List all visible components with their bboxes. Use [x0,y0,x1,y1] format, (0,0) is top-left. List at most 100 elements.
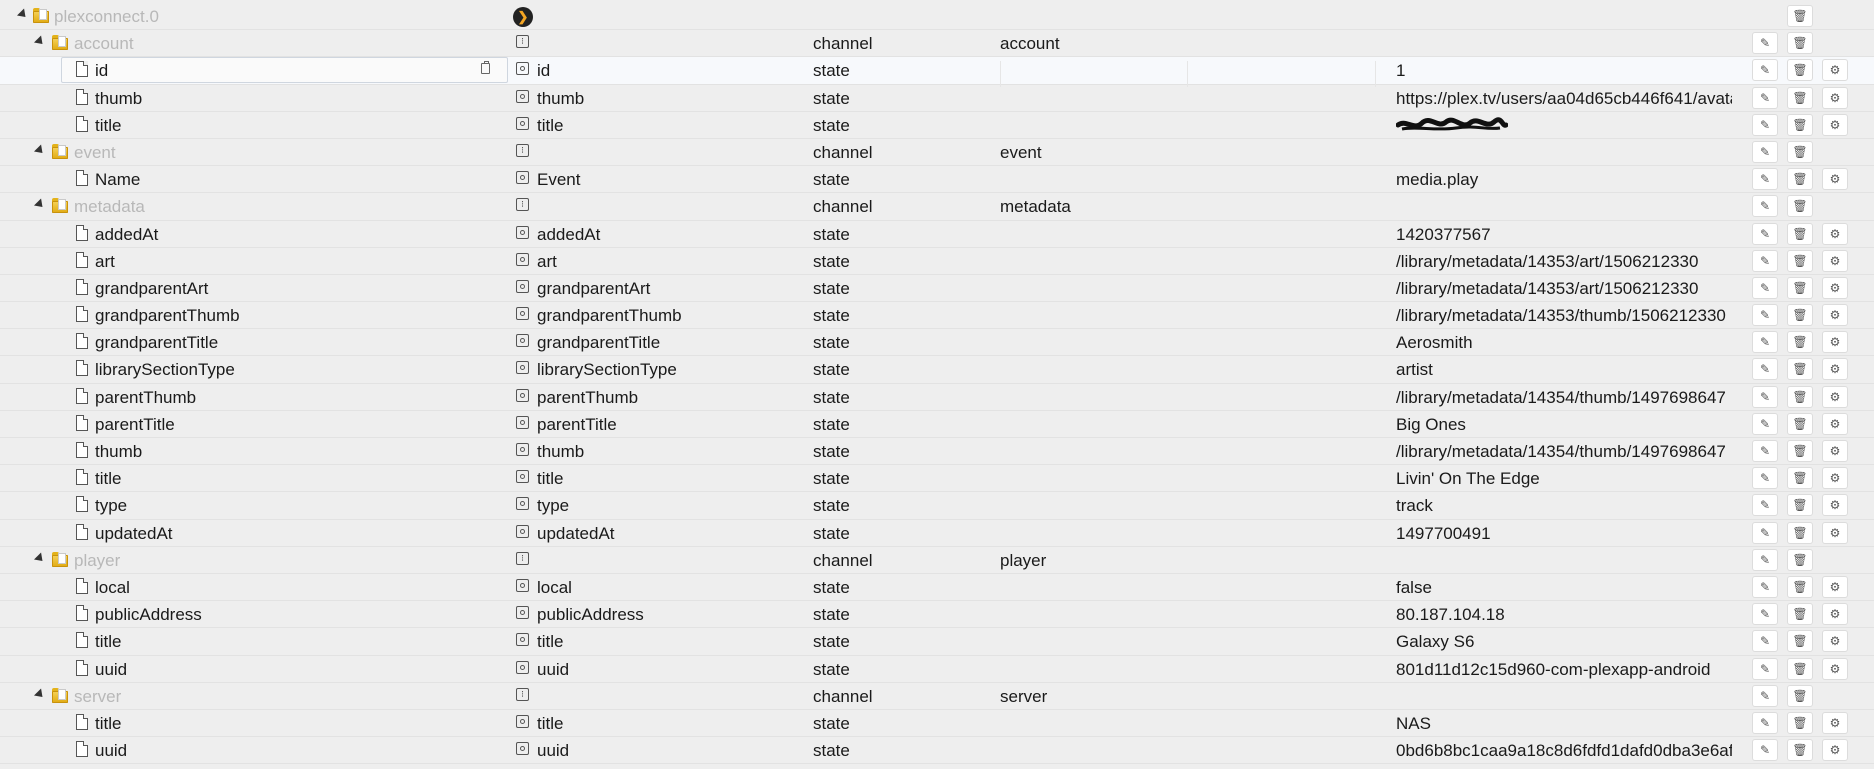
table-row[interactable]: thumb thumb state https://plex.tv/users/aa0… [0,85,1874,112]
table-row[interactable]: id id state 1 ✎ 🗑 ⚙ [0,57,1874,85]
edit-button[interactable]: ✎ [1752,657,1778,680]
table-row[interactable]: parentTitle parentTitle state Big Ones ✎ 🗑 ⚙ [0,411,1874,438]
table-row[interactable]: type type state track ✎ 🗑 ⚙ [0,492,1874,520]
table-row[interactable]: title title state NAS ✎ 🗑 ⚙ [0,710,1874,738]
table-row[interactable]: publicAddress publicAddress state 80.187.10… [0,601,1874,629]
channel-row[interactable]: account ⁝ channel account ✎ 🗑 [0,30,1874,58]
delete-button[interactable]: 🗑 [1787,140,1813,163]
delete-button[interactable]: 🗑 [1787,575,1813,598]
delete-button[interactable]: 🗑 [1787,358,1813,381]
delete-button[interactable]: 🗑 [1787,548,1813,571]
gear-button[interactable]: ⚙ [1822,276,1848,299]
delete-button[interactable]: 🗑 [1787,32,1813,55]
channel-row[interactable]: player ⁝ channel player ✎ 🗑 [0,547,1874,574]
delete-button[interactable]: 🗑 [1787,467,1813,490]
gear-button[interactable]: ⚙ [1822,222,1848,245]
edit-button[interactable]: ✎ [1752,440,1778,462]
chevron-right-circle-icon[interactable]: ❯ [513,7,533,27]
edit-button[interactable]: ✎ [1752,113,1778,136]
gear-button[interactable]: ⚙ [1822,304,1848,327]
gear-button[interactable]: ⚙ [1822,331,1848,354]
delete-button[interactable]: 🗑 [1787,59,1813,82]
edit-button[interactable]: ✎ [1752,412,1778,435]
delete-button[interactable]: 🗑 [1787,657,1813,680]
gear-button[interactable]: ⚙ [1822,711,1848,734]
edit-button[interactable]: ✎ [1752,494,1778,517]
edit-button[interactable]: ✎ [1752,140,1778,163]
edit-button[interactable]: ✎ [1752,575,1778,598]
edit-button[interactable]: ✎ [1752,304,1778,327]
gear-button[interactable]: ⚙ [1822,59,1848,82]
delete-button[interactable]: 🗑 [1787,494,1813,517]
gear-button[interactable]: ⚙ [1822,113,1848,136]
channel-row[interactable]: metadata ⁝ channel metadata ✎ 🗑 [0,193,1874,221]
table-row[interactable]: title title state Galaxy S6 ✎ 🗑 ⚙ [0,628,1874,656]
edit-button[interactable]: ✎ [1752,222,1778,245]
table-row[interactable]: grandparentArt grandparentArt state/librar… [0,275,1874,303]
edit-button[interactable]: ✎ [1752,249,1778,272]
delete-button[interactable]: 🗑 [1787,603,1813,626]
expand-icon[interactable] [33,688,47,701]
table-row[interactable]: grandparentTitle grandparentTitle state Aer… [0,329,1874,357]
table-row[interactable]: title title state Livin' On The Edge ✎ 🗑 ⚙ [0,465,1874,493]
edit-button[interactable]: ✎ [1752,548,1778,571]
delete-button[interactable]: 🗑 [1787,86,1813,109]
edit-button[interactable]: ✎ [1752,385,1778,408]
edit-button[interactable]: ✎ [1752,86,1778,109]
table-row[interactable]: addedAt addedAt state 1420377567 ✎ 🗑 ⚙ [0,221,1874,248]
edit-button[interactable]: ✎ [1752,331,1778,354]
edit-button[interactable]: ✎ [1752,603,1778,626]
table-row[interactable]: Name Event state media.play ✎ 🗑 ⚙ [0,166,1874,194]
gear-button[interactable]: ⚙ [1822,385,1848,408]
expand-icon[interactable] [16,8,30,21]
delete-button[interactable]: 🗑 [1787,168,1813,191]
gear-button[interactable]: ⚙ [1822,575,1848,598]
clipboard-icon[interactable] [481,61,490,75]
edit-button[interactable]: ✎ [1752,711,1778,734]
gear-button[interactable]: ⚙ [1822,358,1848,381]
delete-button[interactable]: 🗑 [1787,440,1813,462]
edit-button[interactable]: ✎ [1752,630,1778,653]
table-row[interactable]: updatedAt updatedAt state 1497700491 ✎ 🗑 ⚙ [0,520,1874,547]
gear-button[interactable]: ⚙ [1822,494,1848,517]
delete-button[interactable]: 🗑 [1787,711,1813,734]
gear-button[interactable]: ⚙ [1822,168,1848,191]
tree-root-row[interactable]: plexconnect.0 ❯ 🗑 [0,3,1874,31]
table-row[interactable]: local local state false ✎ 🗑 ⚙ [0,574,1874,602]
edit-button[interactable]: ✎ [1752,684,1778,707]
delete-button[interactable]: 🗑 [1787,385,1813,408]
edit-button[interactable]: ✎ [1752,521,1778,544]
gear-button[interactable]: ⚙ [1822,630,1848,653]
edit-button[interactable]: ✎ [1752,276,1778,299]
gear-button[interactable]: ⚙ [1822,467,1848,490]
delete-button[interactable]: 🗑 [1787,630,1813,653]
edit-button[interactable]: ✎ [1752,168,1778,191]
expand-icon[interactable] [33,144,47,157]
delete-button[interactable]: 🗑 [1787,113,1813,136]
delete-button[interactable]: 🗑 [1787,195,1813,218]
expand-icon[interactable] [33,35,47,48]
delete-button[interactable]: 🗑 [1787,5,1813,27]
table-row[interactable]: uuid uuid state 0bd6b8bc1caa9a18c8d6fdfd1da… [0,737,1874,765]
expand-icon[interactable] [33,198,47,211]
table-row[interactable]: parentThumb parentThumb state/library/meta… [0,384,1874,411]
delete-button[interactable]: 🗑 [1787,412,1813,435]
table-row[interactable]: thumb thumb state/library/metadata/14354/t… [0,438,1874,466]
channel-row[interactable]: event ⁝ channel event ✎ 🗑 [0,139,1874,167]
table-row[interactable]: uuid uuid state 801d11d12c15d960-com-plexap… [0,656,1874,683]
delete-button[interactable]: 🗑 [1787,249,1813,272]
edit-button[interactable]: ✎ [1752,358,1778,381]
delete-button[interactable]: 🗑 [1787,331,1813,354]
gear-button[interactable]: ⚙ [1822,249,1848,272]
delete-button[interactable]: 🗑 [1787,739,1813,762]
edit-button[interactable]: ✎ [1752,195,1778,218]
table-row[interactable]: title title state ✎ 🗑 ⚙ [0,112,1874,139]
edit-button[interactable]: ✎ [1752,467,1778,490]
expand-icon[interactable] [33,552,47,565]
gear-button[interactable]: ⚙ [1822,86,1848,109]
gear-button[interactable]: ⚙ [1822,440,1848,462]
delete-button[interactable]: 🗑 [1787,222,1813,245]
gear-button[interactable]: ⚙ [1822,412,1848,435]
delete-button[interactable]: 🗑 [1787,521,1813,544]
table-row[interactable]: librarySectionType librarySectionType stat… [0,356,1874,384]
